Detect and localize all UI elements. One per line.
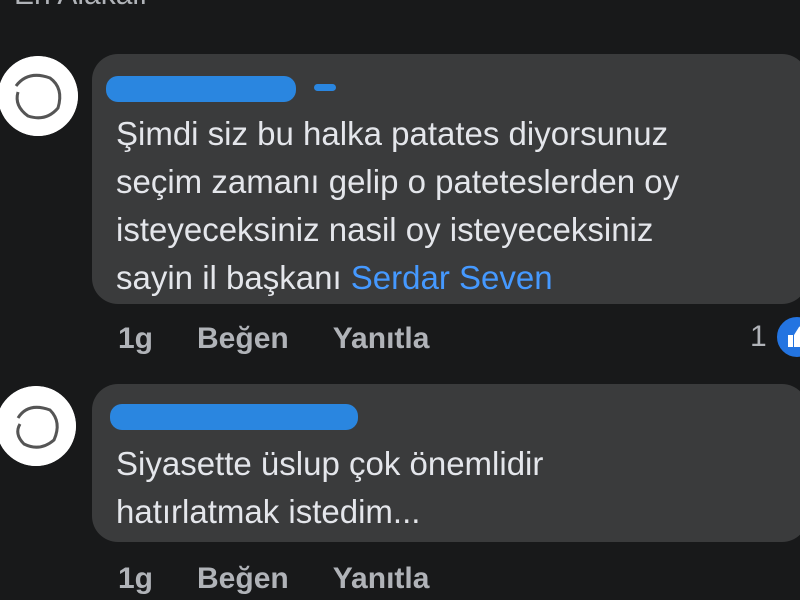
avatar[interactable] (0, 386, 76, 466)
comment-text: Şimdi siz bu halka patates diyorsunuz se… (116, 110, 679, 302)
like-button[interactable]: Beğen (197, 322, 289, 356)
reaction-count[interactable]: 1 (750, 320, 767, 354)
redacted-author-name-tail (314, 84, 336, 91)
sort-label: En Alakalı (14, 0, 147, 12)
like-button[interactable]: Beğen (197, 562, 289, 596)
mention-link[interactable]: Serdar Seven (351, 259, 553, 296)
thumbs-up-icon[interactable] (774, 314, 800, 360)
comment-actions: 1g Beğen Yanıtla (118, 562, 473, 596)
comment-bubble: Şimdi siz bu halka patates diyorsunuz se… (92, 54, 800, 304)
comment-text: Siyasette üslup çok önemlidir hatırlatma… (116, 445, 544, 530)
reply-button[interactable]: Yanıtla (333, 562, 430, 596)
avatar[interactable] (0, 56, 78, 136)
comment-actions: 1g Beğen Yanıtla (118, 322, 473, 356)
comment-bubble: Siyasette üslup çok önemlidir hatırlatma… (92, 384, 800, 542)
comment-time[interactable]: 1g (118, 322, 153, 356)
reply-button[interactable]: Yanıtla (333, 322, 430, 356)
comment-time[interactable]: 1g (118, 562, 153, 596)
redacted-author-name (110, 404, 358, 430)
redacted-author-name (106, 76, 296, 102)
